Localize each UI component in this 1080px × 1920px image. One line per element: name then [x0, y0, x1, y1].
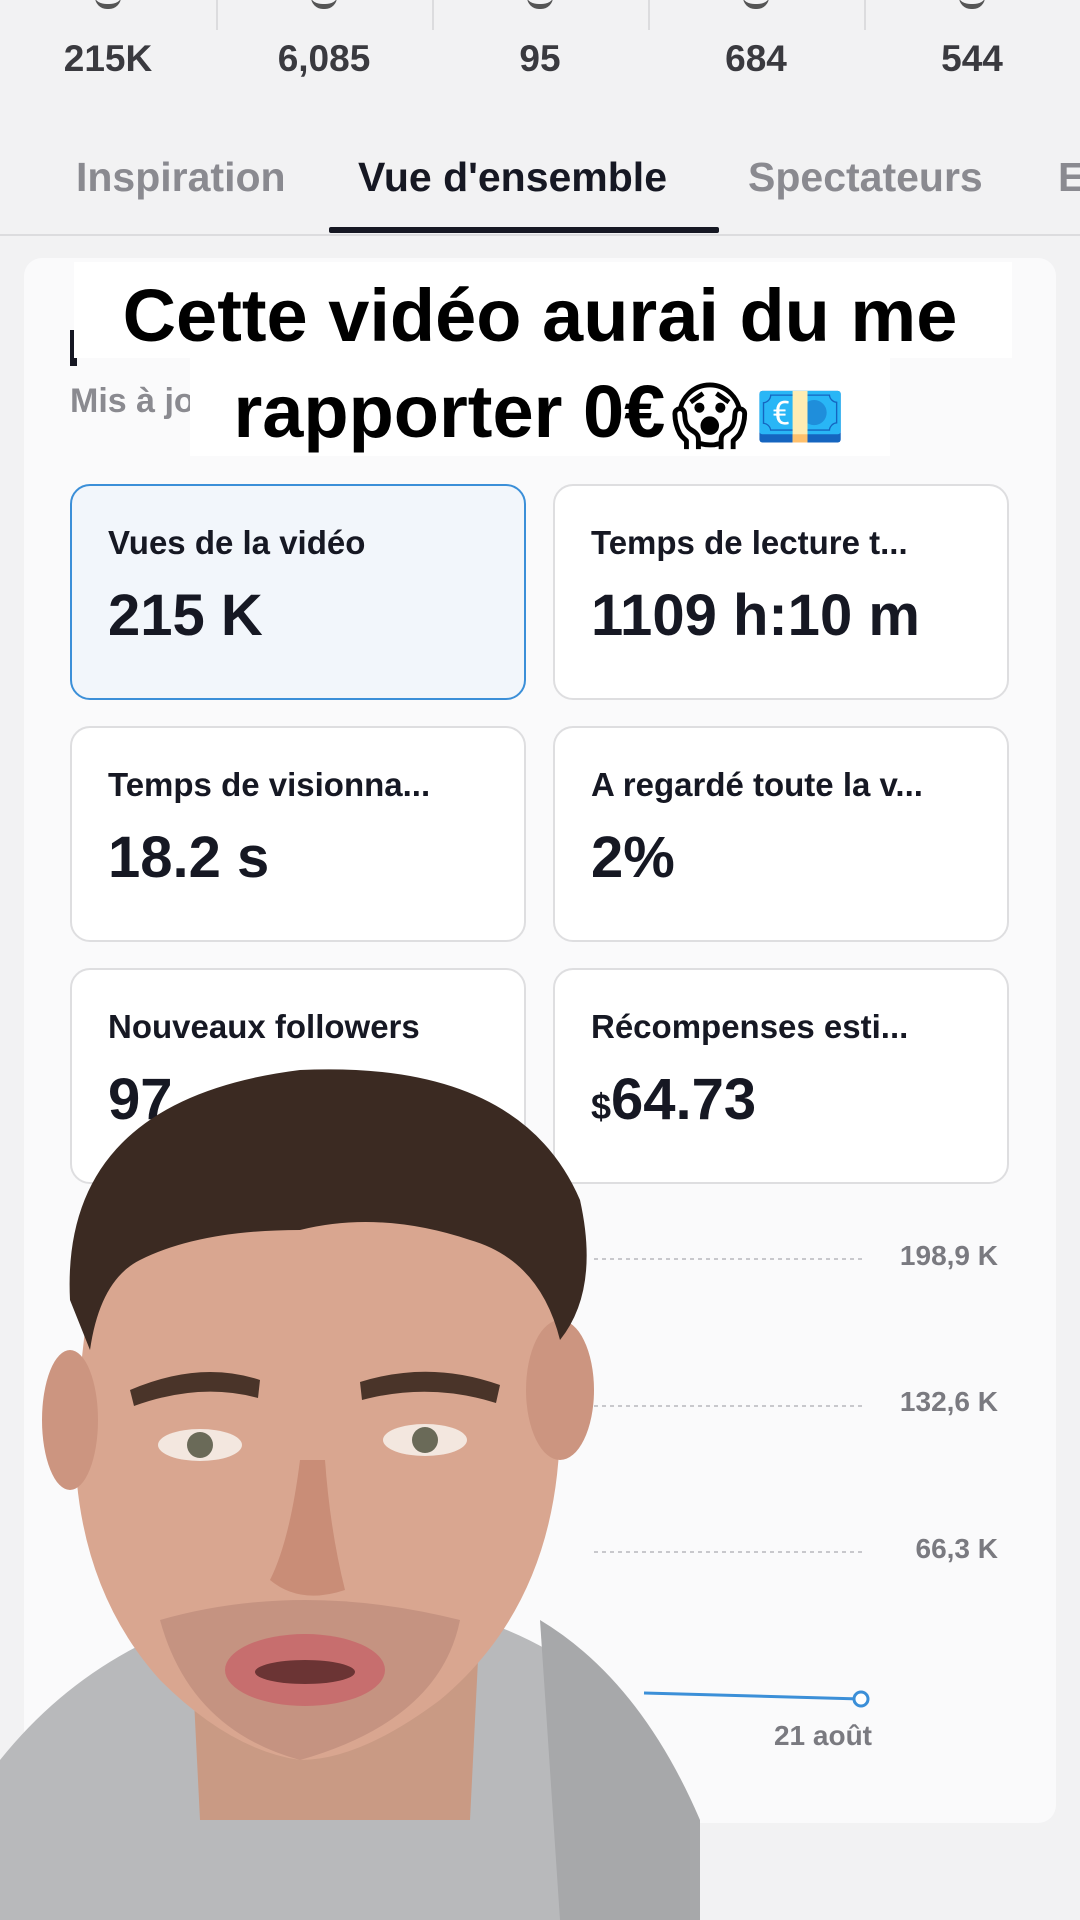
stats-row: 215K 6,085 95 684 544 — [0, 0, 1080, 110]
metric-label: Temps de lecture t... — [591, 524, 908, 561]
caption-text: rapporter 0€ — [233, 370, 666, 453]
caption-line-1: Cette vidéo aurai du me — [122, 274, 958, 357]
tab-viewers[interactable]: Spectateurs — [748, 154, 983, 201]
y-tick-label: 132,6 K — [899, 1386, 998, 1417]
stat-views: 215K — [0, 0, 216, 110]
data-point — [852, 1690, 870, 1708]
analytics-tabs: Inspiration Vue d'ensemble Spectateurs E — [0, 140, 1080, 236]
metric-tile-total-play-time[interactable]: Temps de lecture t... 1109 h:10 m — [553, 484, 1009, 700]
metric-label: Temps de visionna... — [108, 766, 431, 803]
stat-value: 684 — [725, 38, 787, 79]
bookmark-icon — [959, 0, 985, 9]
stat-value: 6,085 — [277, 38, 371, 79]
stat-shares: 684 — [648, 0, 864, 110]
metric-label: Vues de la vidéo — [108, 524, 366, 561]
y-tick-label: 66,3 K — [915, 1533, 999, 1564]
y-tick-label: 198,9 K — [899, 1240, 998, 1271]
caption-line-2: rapporter 0€😱💶 — [80, 364, 1000, 465]
share-icon — [743, 0, 769, 9]
play-icon — [95, 0, 121, 9]
metric-value: 2% — [591, 825, 675, 890]
video-caption: Cette vidéo aurai du me rapporter 0€😱💶 — [80, 268, 1000, 465]
tab-overview[interactable]: Vue d'ensemble — [358, 154, 667, 201]
tab-inspiration[interactable]: Inspiration — [76, 154, 286, 201]
metric-tile-video-views[interactable]: Vues de la vidéo 215 K — [70, 484, 526, 700]
metric-label: A regardé toute la v... — [591, 766, 923, 803]
stat-likes: 6,085 — [216, 0, 432, 110]
active-tab-indicator — [329, 227, 719, 233]
metric-value: 215 K — [108, 583, 263, 648]
stat-comments: 95 — [432, 0, 648, 110]
stat-value: 95 — [519, 38, 561, 79]
screen: 215K 6,085 95 684 544 Inspiration Vue d'… — [0, 0, 1080, 1920]
metric-label: Nouveaux followers — [108, 1008, 420, 1045]
stat-saves: 544 — [864, 0, 1080, 110]
metric-value: 18.2 s — [108, 825, 270, 890]
stat-value: 544 — [941, 38, 1003, 79]
euro-banknote-emoji: 💶 — [754, 375, 847, 459]
stat-value: 215K — [63, 38, 153, 79]
metric-tile-watched-full[interactable]: A regardé toute la v... 2% — [553, 726, 1009, 942]
metric-tile-watch-time[interactable]: Temps de visionna... 18.2 s — [70, 726, 526, 942]
presenter-photo — [0, 1069, 700, 1920]
heart-icon — [311, 0, 337, 9]
comment-icon — [527, 0, 553, 9]
x-tick-label: 21 août — [773, 1720, 872, 1751]
metric-value: 1109 h:10 m — [591, 583, 920, 648]
metric-label: Récompenses esti... — [591, 1008, 909, 1045]
tab-next-partial[interactable]: E — [1058, 154, 1080, 201]
scream-emoji: 😱 — [671, 375, 749, 459]
